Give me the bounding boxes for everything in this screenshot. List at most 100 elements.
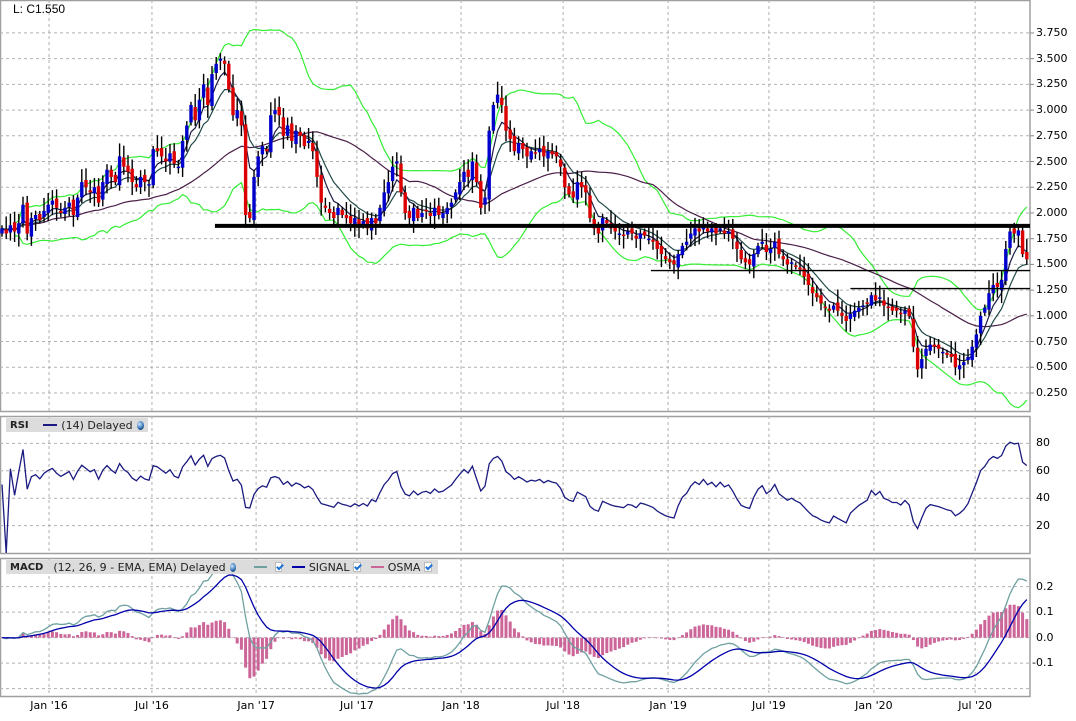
candle-body-up — [768, 248, 773, 254]
osma-bar — [848, 637, 852, 643]
candle-body-up — [470, 161, 475, 181]
osma-bar — [109, 632, 113, 638]
candle-body-up — [903, 310, 907, 314]
osma-bar — [445, 634, 449, 638]
candle — [411, 203, 416, 233]
candle — [777, 230, 781, 259]
candle-body-up — [1008, 231, 1012, 248]
candle — [1016, 226, 1021, 248]
osma-bar — [706, 625, 710, 638]
osma-bar — [979, 624, 983, 638]
candle-body-down — [542, 146, 546, 157]
osma-bar — [55, 632, 59, 638]
candle — [819, 288, 823, 311]
candle — [487, 126, 491, 212]
candle-body-up — [138, 176, 143, 188]
candle-body-up — [210, 74, 214, 106]
macd-checkbox[interactable] — [274, 562, 283, 572]
candle-body-down — [327, 208, 332, 213]
rsi-params: (14) Delayed — [61, 418, 133, 432]
osma-bar — [370, 637, 374, 641]
candle-body-down — [277, 106, 281, 116]
osma-bar — [344, 637, 348, 656]
candle-body-up — [29, 218, 34, 237]
candle-body-up — [218, 58, 223, 61]
osma-bar — [874, 630, 878, 638]
candle — [138, 170, 143, 195]
candle-body-down — [424, 209, 428, 212]
candle-body-down — [949, 353, 953, 357]
globe-icon[interactable] — [136, 420, 144, 430]
candle-body-down — [731, 229, 735, 239]
osma-bar — [554, 637, 558, 646]
candle — [323, 197, 328, 213]
osma-bar — [1021, 612, 1025, 638]
osma-bar — [395, 615, 399, 638]
candle-body-down — [785, 259, 790, 265]
candle-body-down — [705, 228, 710, 232]
osma-bar — [50, 631, 54, 638]
macd-legend: MACD (12, 26, 9 - EMA, EMA) Delayed SIGN… — [6, 560, 438, 574]
signal-checkbox[interactable] — [353, 562, 362, 572]
candle — [483, 191, 487, 214]
rsi-line — [1, 441, 1028, 554]
osma-bar — [861, 635, 865, 638]
osma-bar — [365, 637, 369, 645]
candle-body-up — [294, 130, 298, 145]
candle-body-up — [966, 356, 970, 361]
candle-body-down — [525, 147, 529, 157]
osma-bar — [630, 637, 634, 643]
osma-bar — [840, 637, 844, 646]
osma-bar — [638, 637, 642, 640]
candle-body-down — [466, 169, 470, 177]
candle-body-up — [147, 184, 151, 186]
osma-bar — [122, 631, 126, 638]
candle-body-up — [306, 140, 311, 144]
osma-bar — [206, 624, 210, 638]
osma-bar — [235, 637, 239, 644]
chart-canvas[interactable] — [0, 0, 1076, 721]
osma-swatch — [371, 566, 384, 568]
candle — [886, 297, 890, 321]
candle-body-down — [399, 163, 403, 193]
candle-body-up — [752, 254, 756, 267]
candle-body-down — [899, 312, 903, 315]
candle-body-up — [260, 146, 265, 155]
candle-body-up — [390, 166, 395, 182]
rsi-panel-frame — [0, 415, 1031, 555]
osma-bar — [281, 637, 285, 639]
candle-body-up — [420, 212, 424, 218]
osma-bar — [126, 632, 130, 638]
candle-body-down — [290, 123, 294, 141]
osma-bar — [67, 634, 71, 638]
candle — [122, 145, 126, 175]
candle-body-down — [655, 240, 659, 249]
osma-checkbox[interactable] — [424, 562, 433, 572]
candle-body-down — [596, 227, 601, 234]
candle-body-up — [336, 207, 340, 216]
candle — [957, 354, 962, 380]
globe-icon[interactable] — [229, 562, 236, 572]
x-tick-label: Jul '17 — [339, 699, 374, 712]
osma-bar — [895, 632, 899, 638]
candle — [147, 179, 151, 197]
candle-body-up — [974, 334, 979, 348]
osma-bar — [802, 637, 806, 643]
candle-body-up — [962, 362, 966, 366]
candle-body-down — [311, 143, 315, 152]
candle-body-down — [479, 181, 483, 208]
candle-body-up — [462, 171, 466, 183]
candle-body-down — [714, 227, 718, 234]
osma-bar — [239, 637, 243, 650]
candle — [987, 280, 991, 316]
candle-body-down — [747, 259, 752, 265]
osma-bar — [302, 637, 306, 642]
candle — [382, 179, 386, 217]
osma-bar — [911, 637, 915, 641]
price-tick-label: 1.000 — [1036, 308, 1068, 322]
candle — [441, 206, 445, 225]
osma-bar — [920, 637, 924, 649]
x-tick-label: Jan '17 — [237, 699, 275, 712]
candle-body-up — [680, 245, 685, 256]
osma-bar — [991, 612, 995, 638]
